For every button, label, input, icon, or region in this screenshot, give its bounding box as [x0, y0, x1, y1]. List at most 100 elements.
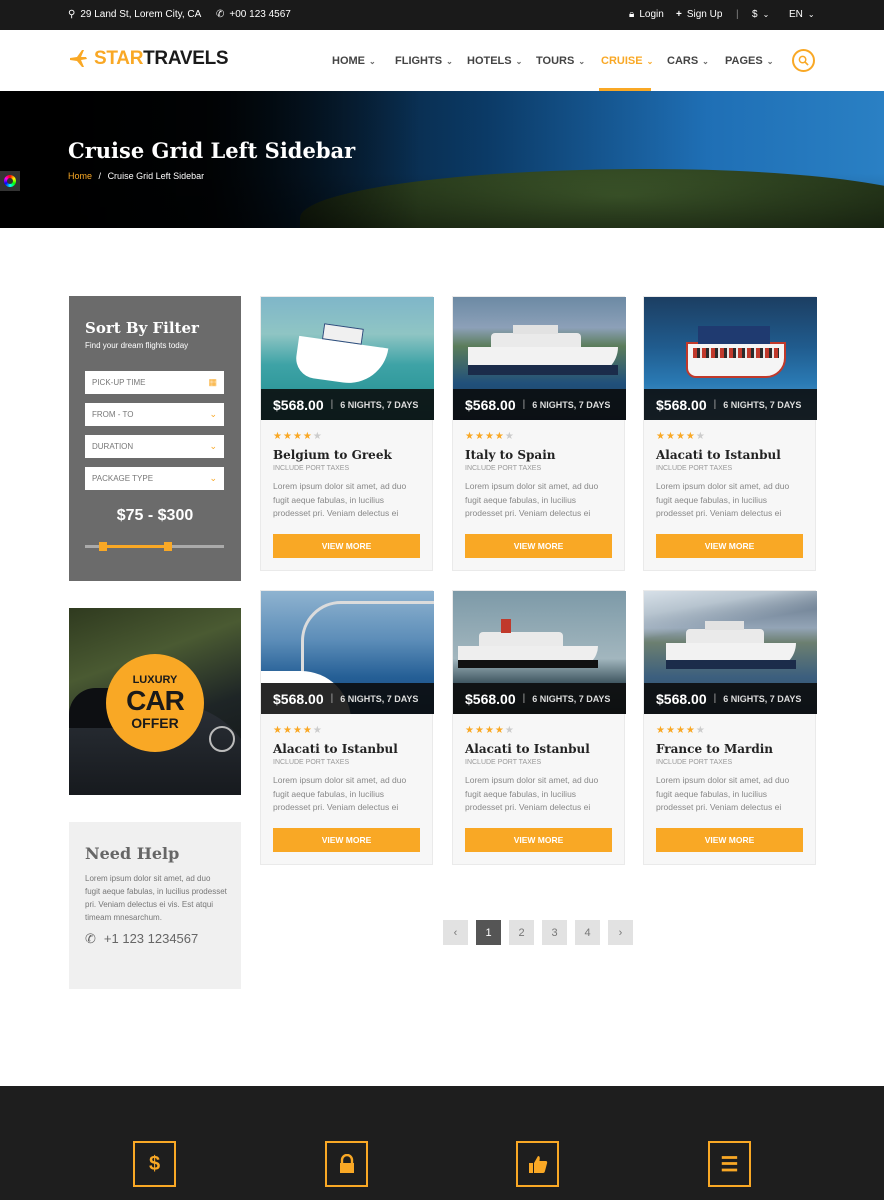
login-link[interactable]: 🔒︎ Login [629, 9, 664, 20]
car-emblem-icon [209, 726, 235, 752]
chevron-down-icon: ⌄ [515, 57, 523, 66]
price-slider[interactable] [85, 542, 224, 551]
chevron-right-icon: › [618, 926, 623, 939]
cruise-title[interactable]: Alacati to Istanbul [465, 742, 590, 756]
pagination-page[interactable]: 2 [509, 920, 534, 945]
car-offer-banner[interactable]: LUXURY CAR OFFER [69, 608, 241, 795]
cruise-card: $568.00 | 6 NIGHTS, 7 DAYS ★★★★★ Italy to … [452, 296, 626, 571]
view-more-button[interactable]: VIEW MORE [273, 828, 420, 852]
slider-max-handle[interactable] [164, 542, 173, 551]
cruise-subtitle: INCLUDE PORT TAXES [273, 465, 350, 472]
pickup-time-field[interactable]: PICK-UP TIME ▦ [85, 371, 224, 394]
star-filled-icon: ★ [465, 725, 475, 736]
slider-range [103, 545, 169, 548]
dollar-icon: $ [133, 1141, 176, 1187]
duration-select[interactable]: DURATION ⌄ [85, 435, 224, 458]
logo-text: STARTRAVELS [94, 48, 229, 69]
cruise-card: $568.00 | 6 NIGHTS, 7 DAYS ★★★★★ France to… [643, 590, 817, 865]
nav-home[interactable]: HOME ⌄ [332, 55, 376, 67]
star-filled-icon: ★ [474, 725, 485, 736]
color-switcher-button[interactable] [0, 171, 20, 191]
pagination-page[interactable]: 1 [476, 920, 501, 945]
pagination-page[interactable]: 4 [575, 920, 600, 945]
phone-icon: ✆ [216, 9, 225, 20]
breadcrumb-home[interactable]: Home [68, 171, 92, 181]
view-more-button[interactable]: VIEW MORE [273, 534, 420, 558]
logo[interactable]: STARTRAVELS [68, 48, 229, 70]
cruise-card: $568.00 | 6 NIGHTS, 7 DAYS ★★★★★ Belgium t… [260, 296, 434, 571]
currency-select[interactable]: $ ⌄ [752, 9, 769, 20]
star-empty-icon: ★ [504, 725, 515, 736]
star-filled-icon: ★ [302, 431, 313, 442]
star-filled-icon: ★ [665, 725, 676, 736]
pagination-prev[interactable]: ‹ [443, 920, 468, 945]
map-pin-icon: ⚲ [68, 9, 76, 20]
filter-panel: Sort By Filter Find your dream flights t… [69, 296, 241, 581]
lock-icon [325, 1141, 368, 1187]
star-filled-icon: ★ [273, 725, 283, 736]
language-select[interactable]: EN ⌄ [789, 9, 815, 20]
star-filled-icon: ★ [302, 725, 313, 736]
star-filled-icon: ★ [273, 431, 283, 442]
cruise-card: $568.00 | 6 NIGHTS, 7 DAYS ★★★★★ Alacati t… [260, 590, 434, 865]
chevron-down-icon: ⌄ [766, 57, 774, 66]
footer: $ ☰ [0, 1086, 884, 1200]
cruise-description: Lorem ipsum dolor sit amet, ad duo fugit… [273, 775, 407, 812]
price-range: $75 - $300 [116, 507, 194, 524]
star-empty-icon: ★ [504, 431, 515, 442]
nav-cars[interactable]: CARS ⌄ [667, 55, 709, 67]
chevron-down-icon: ⌄ [807, 10, 815, 19]
page-banner: Cruise Grid Left Sidebar Home / Cruise G… [0, 91, 884, 228]
signup-link[interactable]: + Sign Up [676, 9, 722, 20]
rating-stars: ★★★★★ [273, 725, 323, 736]
view-more-button[interactable]: VIEW MORE [465, 828, 612, 852]
star-filled-icon: ★ [675, 431, 686, 442]
view-more-button[interactable]: VIEW MORE [656, 828, 803, 852]
cruise-subtitle: INCLUDE PORT TAXES [273, 759, 350, 766]
filter-title: Sort By Filter [85, 319, 199, 337]
pagination-next[interactable]: › [608, 920, 633, 945]
color-wheel-icon [4, 175, 16, 187]
cruise-title[interactable]: Italy to Spain [465, 448, 555, 462]
rating-stars: ★★★★★ [465, 725, 515, 736]
cruise-title[interactable]: France to Mardin [656, 742, 773, 756]
chevron-down-icon: ⌄ [762, 10, 770, 19]
cruise-description: Lorem ipsum dolor sit amet, ad duo fugit… [273, 481, 407, 518]
nav-hotels[interactable]: HOTELS ⌄ [467, 55, 522, 67]
cruise-description: Lorem ipsum dolor sit amet, ad duo fugit… [656, 775, 790, 812]
breadcrumb-current: Cruise Grid Left Sidebar [107, 171, 205, 181]
nav-pages[interactable]: PAGES ⌄ [725, 55, 773, 67]
search-button[interactable] [792, 49, 815, 72]
view-more-button[interactable]: VIEW MORE [656, 534, 803, 558]
nav-tours[interactable]: TOURS ⌄ [536, 55, 585, 67]
chevron-down-icon: ⌄ [702, 57, 709, 66]
chevron-down-icon: ⌄ [646, 57, 654, 66]
nav-flights[interactable]: FLIGHTS ⌄ [395, 55, 453, 67]
cruise-title[interactable]: Alacati to Istanbul [273, 742, 398, 756]
cruise-title[interactable]: Alacati to Istanbul [656, 448, 781, 462]
star-filled-icon: ★ [292, 725, 303, 736]
cruise-description: Lorem ipsum dolor sit amet, ad duo fugit… [656, 481, 790, 518]
star-filled-icon: ★ [494, 431, 505, 442]
thumbs-up-icon [516, 1141, 559, 1187]
plus-icon: + [676, 9, 682, 20]
chevron-left-icon: ‹ [453, 926, 458, 939]
help-phone[interactable]: ✆ +1 123 1234567 [85, 931, 198, 947]
star-filled-icon: ★ [685, 431, 696, 442]
phone[interactable]: ✆ +00 123 4567 [216, 9, 291, 20]
view-more-button[interactable]: VIEW MORE [465, 534, 612, 558]
star-filled-icon: ★ [484, 431, 495, 442]
chevron-down-icon: ⌄ [209, 441, 217, 451]
rating-stars: ★★★★★ [656, 725, 706, 736]
star-filled-icon: ★ [474, 431, 485, 442]
cruise-title[interactable]: Belgium to Greek [273, 448, 392, 462]
menu-icon: ☰ [708, 1141, 751, 1187]
slider-min-handle[interactable] [99, 542, 108, 551]
chevron-down-icon: ⌄ [446, 57, 453, 66]
pagination-page[interactable]: 3 [542, 920, 567, 945]
package-type-select[interactable]: PACKAGE TYPE ⌄ [85, 467, 224, 490]
nav-cruise[interactable]: CRUISE ⌄ [601, 55, 653, 67]
filter-subtitle: Find your dream flights today [85, 341, 189, 350]
cruise-subtitle: INCLUDE PORT TAXES [465, 465, 542, 472]
from-to-select[interactable]: FROM - TO ⌄ [85, 403, 224, 426]
